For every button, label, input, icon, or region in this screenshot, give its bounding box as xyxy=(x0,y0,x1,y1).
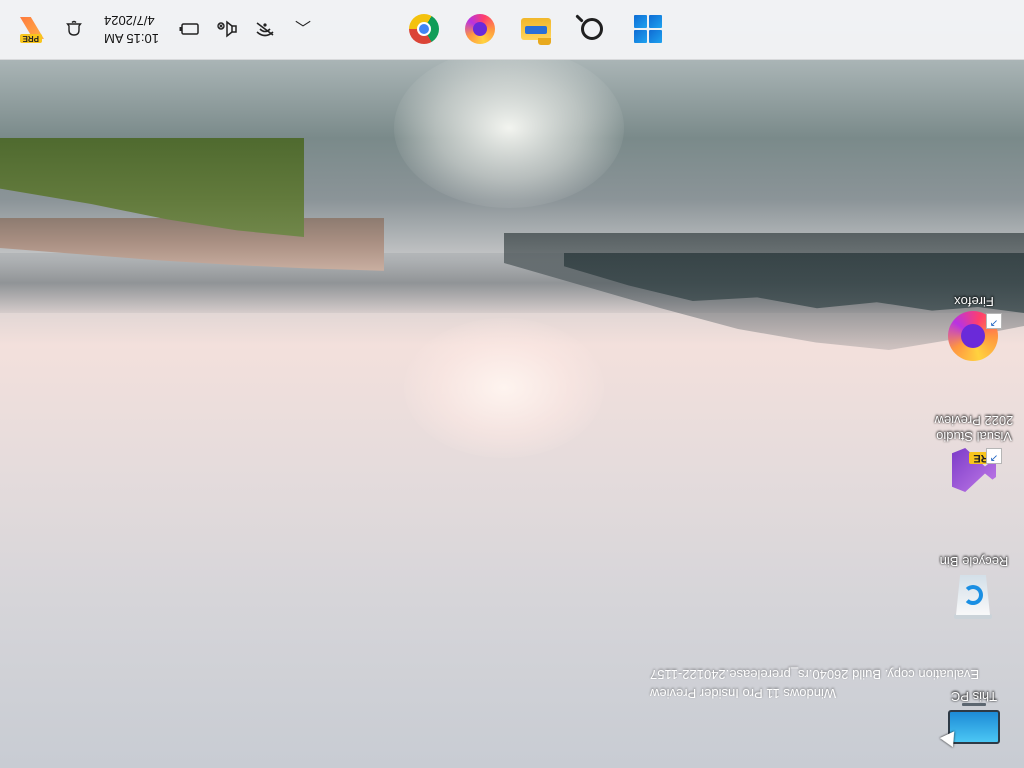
watermark-line2: Evaluation copy. Build 26040.rs_prerelea… xyxy=(650,667,980,682)
taskbar: ︿ 10:15 AM 4/7/2024 PRE xyxy=(0,0,1024,60)
clock-time: 10:15 AM xyxy=(104,31,159,46)
desktop-icon-firefox[interactable]: ↗ Firefox xyxy=(932,293,1016,363)
shortcut-arrow-icon: ↗ xyxy=(986,448,1002,464)
battery-icon xyxy=(179,23,199,35)
battery-button[interactable] xyxy=(177,17,201,41)
search-icon xyxy=(581,18,603,40)
search-button[interactable] xyxy=(572,9,612,49)
watermark-line1: Windows 11 Pro Insider Preview xyxy=(650,686,837,701)
clock-date: 4/7/2024 xyxy=(104,13,155,28)
wallpaper-sun-reflection xyxy=(394,48,624,208)
wallpaper-sun-glow xyxy=(404,318,604,458)
firefox-icon: ↗ xyxy=(946,311,1002,363)
network-offline-icon xyxy=(256,22,274,37)
desktop-icon-label: Recycle Bin xyxy=(939,554,1009,569)
folder-icon xyxy=(521,18,551,40)
volume-button[interactable] xyxy=(215,17,239,41)
firefox-taskbar-button[interactable] xyxy=(460,9,500,49)
show-hidden-icons-button[interactable]: ︿ xyxy=(291,17,315,41)
build-watermark: Windows 11 Pro Insider Preview Evaluatio… xyxy=(650,665,979,703)
chevron-up-icon: ︿ xyxy=(294,18,311,35)
network-button[interactable] xyxy=(253,17,277,41)
taskbar-pinned-apps xyxy=(404,9,668,49)
firefox-icon xyxy=(465,14,495,44)
pre-badge: PRE xyxy=(19,34,42,43)
file-explorer-button[interactable] xyxy=(516,9,556,49)
volume-muted-icon xyxy=(217,20,237,38)
desktop-icon-label: Firefox xyxy=(954,294,994,309)
desktop-icon-visual-studio[interactable]: PRE ↗ Visual Studio 2022 Preview xyxy=(932,412,1016,498)
shortcut-arrow-icon: ↗ xyxy=(986,313,1002,329)
system-tray: ︿ 10:15 AM 4/7/2024 PRE xyxy=(16,9,315,49)
visual-studio-icon: PRE ↗ xyxy=(946,446,1002,498)
recycle-bin-icon xyxy=(946,571,1002,623)
desktop-screen: This PC Recycle Bin PRE ↗ Visual Studio … xyxy=(0,0,1024,768)
dev-home-preview-button[interactable]: PRE xyxy=(16,13,48,45)
notifications-button[interactable] xyxy=(62,17,86,41)
desktop-icon-label: Visual Studio 2022 Preview xyxy=(934,413,1014,444)
clock-button[interactable]: 10:15 AM 4/7/2024 xyxy=(100,11,163,47)
windows-logo-icon xyxy=(634,15,662,43)
desktop-icon-recycle-bin[interactable]: Recycle Bin xyxy=(932,553,1016,623)
chrome-icon xyxy=(409,14,439,44)
monitor-icon xyxy=(939,703,1002,758)
bell-icon xyxy=(66,20,82,36)
start-button[interactable] xyxy=(628,9,668,49)
chrome-taskbar-button[interactable] xyxy=(404,9,444,49)
